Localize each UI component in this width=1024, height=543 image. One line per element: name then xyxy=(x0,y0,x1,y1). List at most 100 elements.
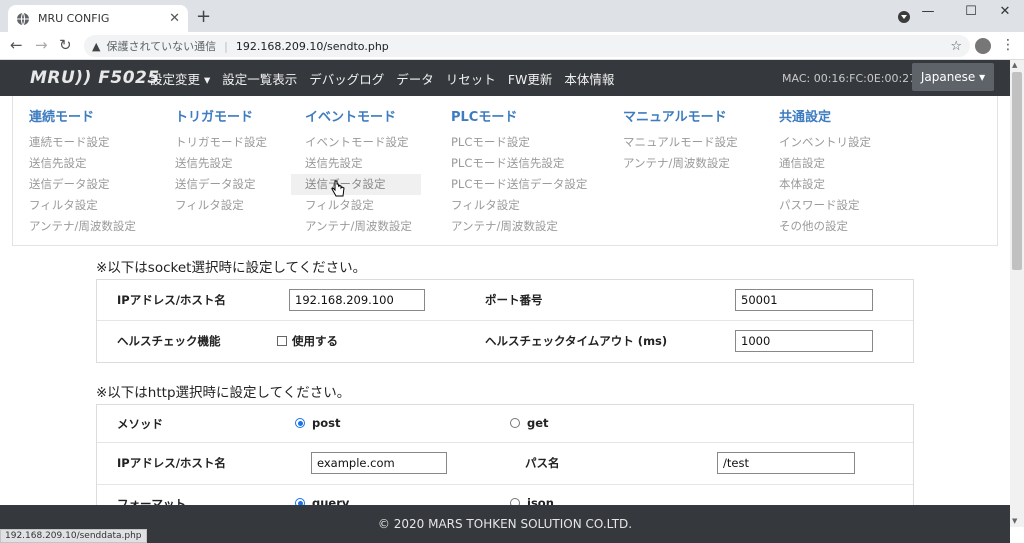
menu-item[interactable]: トリガモード設定 xyxy=(175,132,267,153)
copyright-text: © 2020 MARS TOHKEN SOLUTION CO.LTD. xyxy=(377,517,633,531)
url-bar[interactable]: ▲ 保護されていない通信 | 192.168.209.10/sendto.php… xyxy=(84,35,970,57)
profile-avatar-icon[interactable] xyxy=(975,38,991,54)
health-check-label: ヘルスチェック機能 xyxy=(117,334,221,348)
tab-search-icon[interactable] xyxy=(898,11,910,23)
nav-fw-update[interactable]: FW更新 xyxy=(508,69,553,88)
socket-row-1: IPアドレス/ホスト名 ポート番号 xyxy=(97,280,913,321)
scroll-down-icon[interactable]: ▼ xyxy=(1012,517,1017,525)
menu-item[interactable]: PLCモード送信データ設定 xyxy=(451,174,587,195)
socket-ip-input[interactable] xyxy=(289,289,425,311)
menu-head-trigger[interactable]: トリガモード xyxy=(175,106,267,125)
browser-tab[interactable]: MRU CONFIG ✕ xyxy=(8,5,188,32)
menu-item[interactable]: インベントリ設定 xyxy=(779,132,871,153)
menu-head-continuous[interactable]: 連続モード xyxy=(29,106,136,125)
checkbox-icon[interactable] xyxy=(277,336,287,346)
menu-item[interactable]: マニュアルモード設定 xyxy=(623,132,738,153)
http-ip-label: IPアドレス/ホスト名 xyxy=(117,456,226,470)
method-get-radio[interactable]: get xyxy=(510,416,549,430)
mac-address: MAC: 00:16:FC:0E:00:27 xyxy=(782,72,917,85)
http-section-title: ※以下はhttp選択時に設定してください。 xyxy=(96,385,351,401)
menu-item[interactable]: パスワード設定 xyxy=(779,195,871,216)
method-get-label: get xyxy=(527,416,549,430)
http-settings-card: メソッド post get IPアドレス/ホスト名 パス名 フォーマット que… xyxy=(96,404,914,506)
menu-item[interactable]: アンテナ/周波数設定 xyxy=(305,216,421,237)
menu-item[interactable]: フィルタ設定 xyxy=(305,195,421,216)
nav-data[interactable]: データ xyxy=(396,69,434,88)
menu-col-manual: マニュアルモード マニュアルモード設定 アンテナ/周波数設定 xyxy=(623,106,738,174)
url-separator: | xyxy=(224,39,228,53)
menu-head-plc[interactable]: PLCモード xyxy=(451,106,587,125)
radio-icon[interactable] xyxy=(510,418,520,428)
menu-item[interactable]: 送信データ設定 xyxy=(175,174,267,195)
menu-item[interactable]: 送信先設定 xyxy=(175,153,267,174)
back-icon[interactable]: ← xyxy=(10,36,23,54)
menu-head-event[interactable]: イベントモード xyxy=(305,106,421,125)
socket-settings-card: IPアドレス/ホスト名 ポート番号 ヘルスチェック機能 使用する ヘルスチェック… xyxy=(96,279,914,363)
link-status-bar: 192.168.209.10/senddata.php xyxy=(0,529,147,543)
socket-section-title: ※以下はsocket選択時に設定してください。 xyxy=(96,260,367,276)
settings-mega-menu: 連続モード 連続モード設定 送信先設定 送信データ設定 フィルタ設定 アンテナ/… xyxy=(12,96,998,246)
nav-settings-change[interactable]: 設定変更 ▾ xyxy=(150,69,210,88)
scrollbar-thumb[interactable] xyxy=(1012,72,1022,270)
menu-item[interactable]: フィルタ設定 xyxy=(451,195,587,216)
http-row-host: IPアドレス/ホスト名 パス名 xyxy=(97,443,913,485)
menu-item[interactable]: PLCモード送信先設定 xyxy=(451,153,587,174)
menu-item[interactable]: PLCモード設定 xyxy=(451,132,587,153)
warning-icon[interactable]: ▲ xyxy=(92,40,100,53)
reload-icon[interactable]: ↻ xyxy=(59,36,72,54)
menu-item[interactable]: 送信先設定 xyxy=(305,153,421,174)
method-label: メソッド xyxy=(117,417,163,431)
bookmark-star-icon[interactable]: ☆ xyxy=(950,39,962,54)
menu-item[interactable]: その他の設定 xyxy=(779,216,871,237)
menu-col-trigger: トリガモード トリガモード設定 送信先設定 送信データ設定 フィルタ設定 xyxy=(175,106,267,216)
forward-icon[interactable]: → xyxy=(35,36,48,54)
page-footer: © 2020 MARS TOHKEN SOLUTION CO.LTD. xyxy=(0,505,1010,543)
health-check-checkbox[interactable]: 使用する xyxy=(277,333,338,349)
menu-item[interactable]: 送信データ設定 xyxy=(29,174,136,195)
menu-head-manual[interactable]: マニュアルモード xyxy=(623,106,738,125)
language-dropdown[interactable]: Japanese ▾ xyxy=(912,63,994,91)
path-label: パス名 xyxy=(525,456,560,470)
health-timeout-input[interactable] xyxy=(735,330,873,352)
menu-col-continuous: 連続モード 連続モード設定 送信先設定 送信データ設定 フィルタ設定 アンテナ/… xyxy=(29,106,136,237)
new-tab-button[interactable]: + xyxy=(196,6,211,27)
menu-item[interactable]: フィルタ設定 xyxy=(29,195,136,216)
path-input[interactable] xyxy=(717,452,855,474)
close-window-icon[interactable]: ✕ xyxy=(990,4,1020,19)
menu-item-hovered[interactable]: 送信データ設定 xyxy=(291,174,421,195)
menu-item[interactable]: アンテナ/周波数設定 xyxy=(623,153,738,174)
menu-col-plc: PLCモード PLCモード設定 PLCモード送信先設定 PLCモード送信データ設… xyxy=(451,106,587,237)
minimize-icon[interactable]: — xyxy=(913,4,943,19)
app-navbar: MRU)) F5025 設定変更 ▾ 設定一覧表示 デバッグログ データ リセッ… xyxy=(0,60,1010,96)
http-ip-input[interactable] xyxy=(311,452,447,474)
socket-ip-label: IPアドレス/ホスト名 xyxy=(117,293,226,307)
address-bar-row: ← → ↻ ▲ 保護されていない通信 | 192.168.209.10/send… xyxy=(0,32,1024,60)
menu-item[interactable]: 通信設定 xyxy=(779,153,871,174)
menu-item[interactable]: 本体設定 xyxy=(779,174,871,195)
insecure-label[interactable]: 保護されていない通信 xyxy=(106,38,216,54)
menu-item[interactable]: 連続モード設定 xyxy=(29,132,136,153)
port-input[interactable] xyxy=(735,289,873,311)
menu-item[interactable]: 送信先設定 xyxy=(29,153,136,174)
close-tab-icon[interactable]: ✕ xyxy=(169,11,180,26)
menu-col-common: 共通設定 インベントリ設定 通信設定 本体設定 パスワード設定 その他の設定 xyxy=(779,106,871,237)
nav-settings-list[interactable]: 設定一覧表示 xyxy=(222,69,297,88)
health-check-option: 使用する xyxy=(292,334,338,348)
nav-debug-log[interactable]: デバッグログ xyxy=(309,69,384,88)
maximize-icon[interactable]: ☐ xyxy=(956,4,986,19)
menu-head-common[interactable]: 共通設定 xyxy=(779,106,871,125)
menu-col-event: イベントモード イベントモード設定 送信先設定 送信データ設定 フィルタ設定 ア… xyxy=(291,106,421,237)
browser-menu-icon[interactable]: ⋮ xyxy=(1001,37,1015,53)
menu-item[interactable]: アンテナ/周波数設定 xyxy=(451,216,587,237)
method-post-label: post xyxy=(312,416,341,430)
menu-item[interactable]: イベントモード設定 xyxy=(305,132,421,153)
url-text[interactable]: 192.168.209.10/sendto.php xyxy=(236,40,389,53)
menu-item[interactable]: アンテナ/周波数設定 xyxy=(29,216,136,237)
nav-reset[interactable]: リセット xyxy=(446,69,496,88)
radio-selected-icon[interactable] xyxy=(295,418,305,428)
scroll-up-icon[interactable]: ▲ xyxy=(1012,61,1017,69)
method-post-radio[interactable]: post xyxy=(295,416,340,430)
port-label: ポート番号 xyxy=(485,293,543,307)
menu-item[interactable]: フィルタ設定 xyxy=(175,195,267,216)
nav-device-info[interactable]: 本体情報 xyxy=(564,69,614,88)
